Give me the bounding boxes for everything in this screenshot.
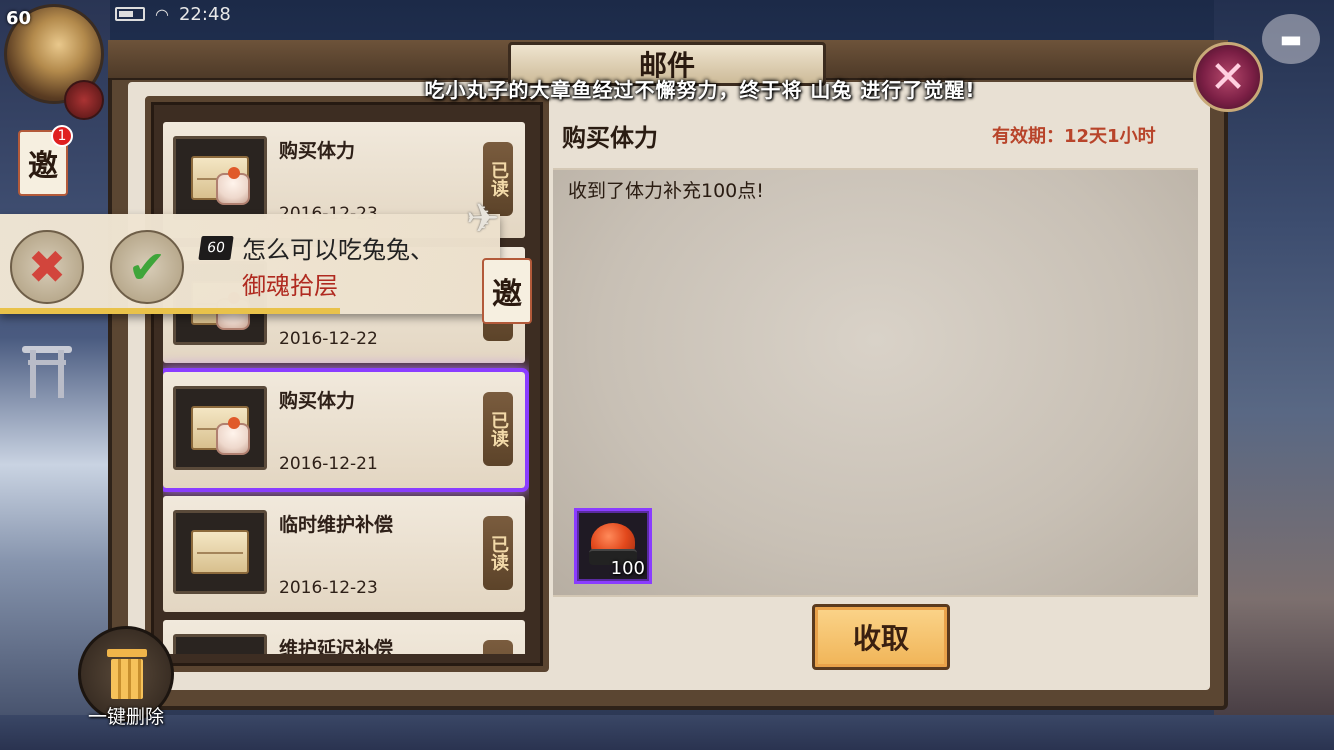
reject-invite-button[interactable]: ✖ xyxy=(10,230,84,304)
inviter-level-badge: 60 xyxy=(198,236,234,260)
mail-title: 维护延迟补偿 xyxy=(279,638,394,654)
delete-all-label: 一键删除 xyxy=(87,706,164,728)
read-status-tag: 已读 xyxy=(483,392,513,466)
bottom-bar xyxy=(0,715,1334,750)
mail-title: 购买体力 xyxy=(279,140,356,162)
background-right xyxy=(1214,0,1334,750)
reward-quantity: 100 xyxy=(610,558,645,579)
wifi-icon: ◠ xyxy=(155,4,169,24)
invite-count-badge: 1 xyxy=(51,125,73,147)
mail-item[interactable]: 临时维护补偿 2016-12-23 已读 xyxy=(163,496,525,612)
envelope-gift-icon xyxy=(173,136,267,220)
mail-list[interactable]: 购买体力 2016-12-23 已读 2016-12-22 购买体力 2016-… xyxy=(163,110,529,654)
invite-timer-bar xyxy=(0,308,340,314)
read-status-text: 已读 xyxy=(488,411,509,447)
mail-date: 2016-12-22 xyxy=(279,329,378,349)
mail-title: 购买体力 xyxy=(279,390,356,412)
read-status-text: 已读 xyxy=(488,535,509,571)
read-status-text: 已读 xyxy=(488,161,509,197)
envelope-gift-icon xyxy=(173,386,267,470)
status-time: 22:48 xyxy=(178,3,231,25)
mail-date: 2016-12-23 xyxy=(279,578,378,598)
checkmark-icon: ✔ xyxy=(127,240,167,294)
accept-invite-button[interactable]: ✔ xyxy=(110,230,184,304)
invite-dungeon-name: 御魂拾层 xyxy=(242,272,338,300)
torii-gate-decoration xyxy=(22,340,72,400)
mail-title: 临时维护补偿 xyxy=(279,514,394,536)
claim-button-label: 收取 xyxy=(852,622,909,655)
inviter-name: 怎么可以吃兔兔、 xyxy=(242,236,434,264)
player-level: 60 xyxy=(6,8,32,29)
invite-glyph: 邀 xyxy=(28,149,58,184)
mail-expiry: 有效期：12天1小时 xyxy=(992,126,1156,147)
mail-item[interactable]: 维护延迟补偿 xyxy=(163,620,525,654)
battery-icon xyxy=(115,7,145,21)
mail-date: 2016-12-21 xyxy=(279,454,378,474)
paper-crane-icon: ✈ xyxy=(466,196,500,242)
mail-item-selected[interactable]: 购买体力 2016-12-21 已读 xyxy=(163,368,529,492)
invite-tag-glyph: 邀 xyxy=(492,277,522,312)
guild-emblem-icon[interactable] xyxy=(64,80,104,120)
mail-detail-title: 购买体力 xyxy=(562,124,658,152)
close-icon: ✖ xyxy=(27,240,67,294)
chat-icon[interactable]: ▬ xyxy=(1262,14,1320,64)
close-window-button[interactable]: ✕ xyxy=(1193,42,1263,112)
status-bar: ◠ 22:48 xyxy=(115,2,231,26)
reward-item[interactable]: 100 xyxy=(574,508,652,584)
system-notice: 吃小丸子的大章鱼经过不懈努力，终于将 山兔 进行了觉醒! xyxy=(424,78,976,102)
envelope-icon xyxy=(173,634,267,654)
read-status-tag: 已读 xyxy=(483,516,513,590)
envelope-icon xyxy=(173,510,267,594)
invite-tag: 邀 xyxy=(482,258,532,324)
read-status-tag xyxy=(483,640,513,654)
claim-button[interactable]: 收取 xyxy=(812,604,950,670)
mail-detail-text: 收到了体力补充100点! xyxy=(568,180,764,202)
close-icon: ✕ xyxy=(1209,51,1247,103)
trash-icon xyxy=(107,649,147,699)
